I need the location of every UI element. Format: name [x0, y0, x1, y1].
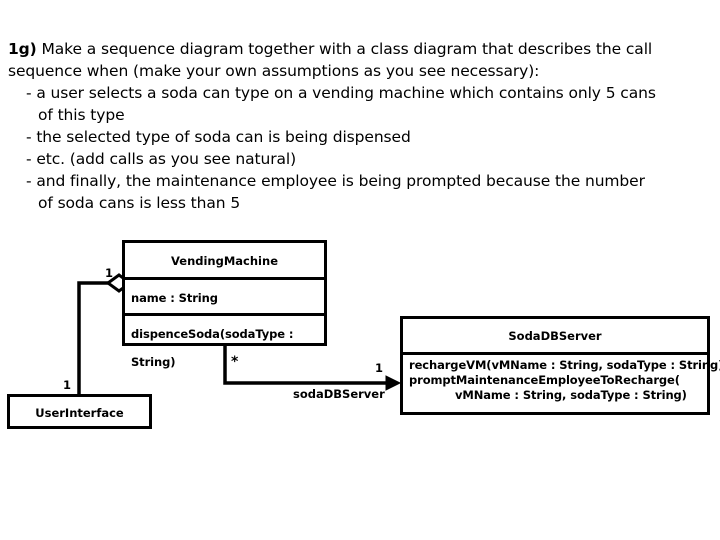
multiplicity-label-vendingmachine-source: *: [231, 354, 239, 370]
class-box-userinterface[interactable]: UserInterface: [7, 394, 152, 429]
operation-signature: promptMaintenanceEmployeeToRecharge(: [409, 373, 680, 387]
class-name-userinterface: UserInterface: [35, 406, 124, 420]
class-name-vendingmachine: VendingMachine: [171, 254, 278, 268]
arrowhead-icon: [385, 375, 402, 391]
association-vendingmachine-sodadbserver: [223, 346, 402, 391]
class-attributes-vendingmachine: name : String: [125, 277, 324, 313]
multiplicity-label-userinterface-end: 1: [63, 378, 72, 392]
multiplicity-label-vendingmachine-end: 1: [105, 266, 114, 280]
operation-signature: rechargeVM(vMName : String, sodaType : S…: [409, 358, 720, 372]
multiplicity-label-sodadbserver-target: 1: [375, 361, 384, 375]
operation-signature-continuation: vMName : String, sodaType : String): [455, 388, 687, 402]
class-box-vendingmachine[interactable]: VendingMachine name : String dispenceSod…: [122, 240, 327, 369]
class-name-sodadbserver: SodaDBServer: [508, 329, 602, 343]
role-name-label-sodadbserver: sodaDBServer: [293, 387, 385, 401]
class-operations-vendingmachine: dispenceSoda(sodaType : String): [125, 313, 324, 369]
uml-class-diagram: VendingMachine (aggregation, hollow diam…: [0, 0, 720, 540]
class-operations-sodadbserver: rechargeVM(vMName : String, sodaType : S…: [403, 352, 720, 418]
class-box-sodadbserver[interactable]: SodaDBServer rechargeVM(vMName : String,…: [400, 316, 720, 418]
